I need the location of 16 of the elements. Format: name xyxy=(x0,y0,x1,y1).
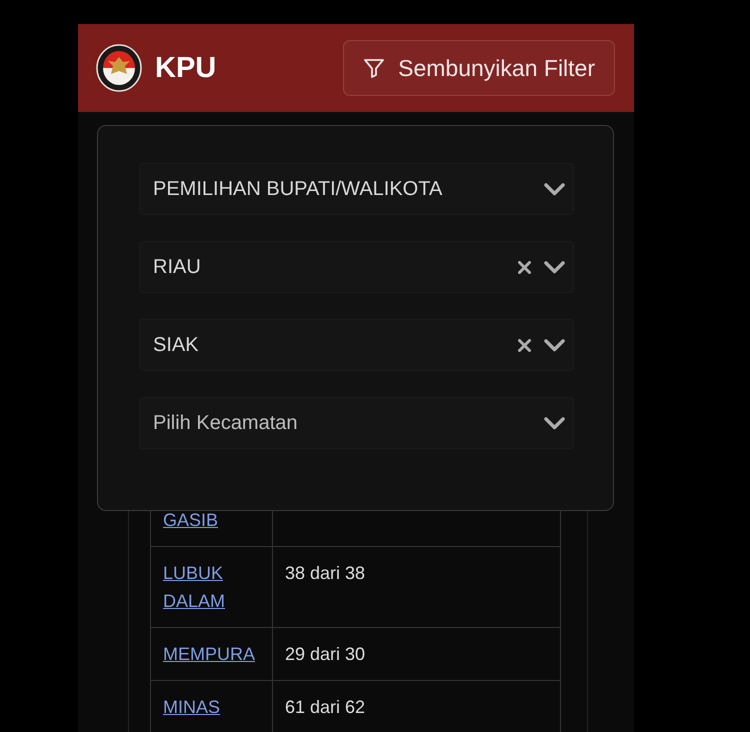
table-cell: 29 dari 30 xyxy=(272,628,560,680)
select-field[interactable]: Pilih Kecamatan xyxy=(139,397,574,449)
clear-icon[interactable] xyxy=(518,338,531,352)
hide-filter-button[interactable]: Sembunyikan Filter xyxy=(343,40,615,96)
clear-icon[interactable] xyxy=(518,260,531,274)
chevron-down-icon xyxy=(544,416,565,430)
filter-icon xyxy=(363,57,386,79)
chevron-down-icon xyxy=(544,338,565,352)
table-cell: 38 dari 38 xyxy=(272,546,560,628)
emblem-icon xyxy=(96,44,142,92)
select-field[interactable]: RIAU xyxy=(139,241,574,293)
chevron-down-icon xyxy=(544,182,565,196)
select-field[interactable]: PEMILIHAN BUPATI/WALIKOTA xyxy=(139,163,574,215)
chevron-down-icon xyxy=(544,260,565,274)
select-field[interactable]: SIAK xyxy=(139,319,574,371)
brand-name: KPU xyxy=(155,52,216,84)
